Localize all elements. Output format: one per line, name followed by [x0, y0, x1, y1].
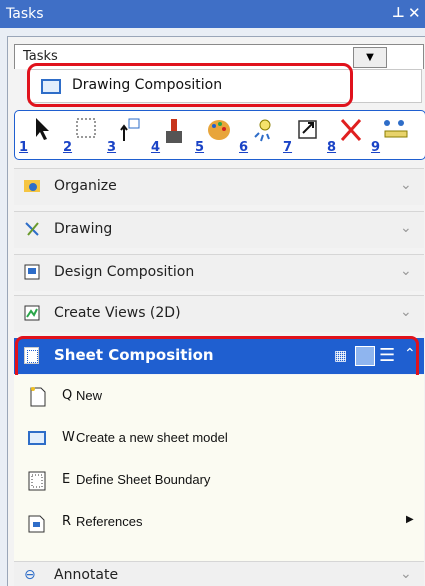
item-define-sheet-boundary[interactable]: E Define Sheet Boundary	[14, 463, 424, 499]
submenu-arrow-icon[interactable]: ▶	[406, 514, 414, 525]
section-label: Organize	[54, 178, 117, 194]
section-create-views[interactable]: Create Views (2D) ⌄	[14, 295, 424, 332]
brush-icon	[166, 119, 182, 143]
item-new[interactable]: Q New	[14, 379, 424, 415]
tool-rectangle-select[interactable]: 2	[63, 115, 99, 155]
references-icon	[28, 515, 45, 533]
new-document-icon	[30, 387, 46, 407]
tool-palette[interactable]: 5	[195, 115, 231, 155]
task-dropdown-label: Tasks	[23, 49, 58, 64]
section-drawing[interactable]: Drawing ⌄	[14, 211, 424, 248]
annotate-icon: ⊖	[24, 567, 36, 583]
delete-icon	[340, 118, 362, 142]
lightbulb-icon	[254, 119, 271, 142]
section-annotate[interactable]: ⊖ Annotate ⌄	[14, 561, 424, 586]
measure-icon	[384, 120, 408, 138]
item-label: References	[76, 514, 143, 529]
tool-delete[interactable]: 8	[327, 115, 363, 155]
tool-measure[interactable]: 9	[371, 115, 408, 155]
sheet-model-icon	[28, 431, 46, 445]
tool-number: 8	[327, 140, 337, 155]
tool-element-selection[interactable]: 1	[19, 115, 55, 155]
chevron-down-icon: ⌄	[400, 220, 412, 236]
tool-brush[interactable]: 4	[151, 115, 187, 155]
tool-number: 4	[151, 140, 161, 155]
shortcut-key: W	[62, 430, 75, 445]
section-design-composition[interactable]: Design Composition ⌄	[14, 254, 424, 291]
chevron-down-icon: ⌄	[400, 263, 412, 279]
section-label: Annotate	[54, 567, 119, 583]
organize-icon	[24, 180, 40, 192]
tool-number: 9	[371, 140, 381, 155]
tool-move[interactable]: 3	[107, 115, 143, 155]
sheet-composition-items: Q New W Create a new sheet model E Defin…	[14, 375, 424, 561]
chevron-down-icon: ⌄	[400, 566, 412, 582]
item-label: Create a new sheet model	[76, 430, 228, 445]
section-label: Drawing	[54, 221, 113, 237]
shortcut-key: Q	[62, 388, 73, 403]
rectangle-select-icon	[76, 118, 96, 138]
item-create-sheet-model[interactable]: W Create a new sheet model	[14, 421, 424, 457]
scale-icon	[298, 120, 317, 139]
section-organize[interactable]: Organize ⌄	[14, 168, 424, 205]
move-icon	[120, 118, 140, 141]
tool-number: 6	[239, 140, 249, 155]
design-composition-icon	[24, 264, 40, 280]
tool-scale[interactable]: 7	[283, 115, 319, 155]
section-label: Create Views (2D)	[54, 305, 181, 321]
panel-titlebar: Tasks ⊥ ✕	[0, 0, 425, 28]
tool-number: 7	[283, 140, 293, 155]
close-icon[interactable]: ✕	[408, 4, 421, 22]
chevron-down-icon: ⌄	[400, 304, 412, 320]
item-label: New	[76, 388, 103, 403]
highlight-outline	[27, 63, 353, 107]
create-views-icon	[24, 305, 40, 321]
dropdown-arrow-icon[interactable]: ▼	[353, 47, 387, 68]
tool-strip: 1 2 3 4 5 6 7 8 9	[14, 110, 425, 160]
shortcut-key: R	[62, 514, 72, 529]
sheet-boundary-icon	[28, 471, 46, 491]
tool-number: 3	[107, 140, 117, 155]
palette-icon	[208, 120, 230, 140]
shortcut-key: E	[62, 472, 71, 487]
tool-lightbulb[interactable]: 6	[239, 115, 275, 155]
pin-icon[interactable]: ⊥	[392, 5, 405, 21]
chevron-down-icon: ⌄	[400, 177, 412, 193]
tool-number: 5	[195, 140, 205, 155]
panel-title: Tasks	[6, 6, 44, 22]
tool-number: 2	[63, 140, 73, 155]
element-selection-icon	[36, 118, 49, 140]
item-references[interactable]: R References ▶	[14, 505, 424, 541]
item-label: Define Sheet Boundary	[76, 472, 211, 487]
tool-number: 1	[19, 140, 29, 155]
section-label: Design Composition	[54, 264, 195, 280]
drawing-icon	[25, 222, 39, 236]
